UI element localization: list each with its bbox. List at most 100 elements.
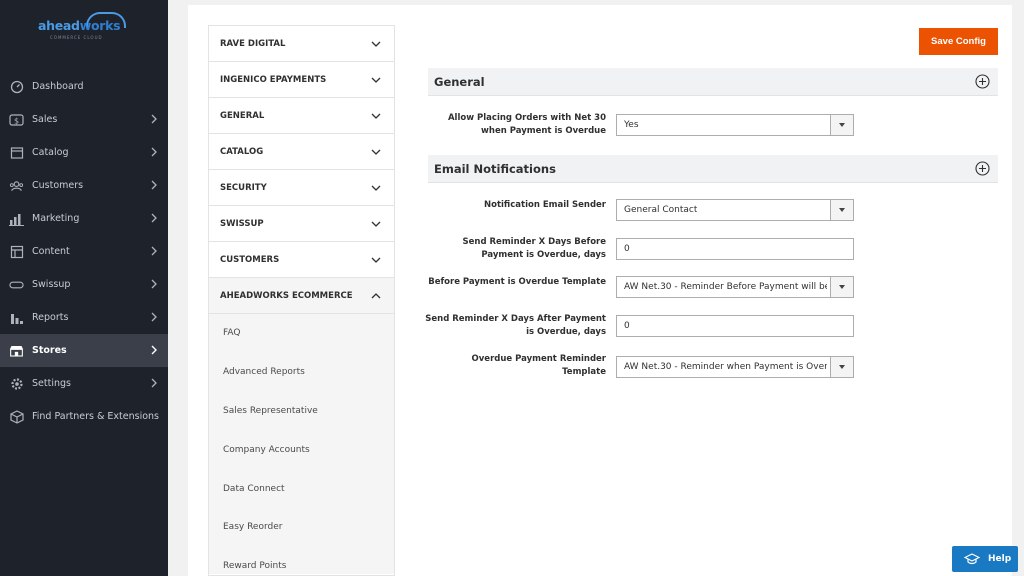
sidebar-item-catalog[interactable]: Catalog <box>0 136 168 169</box>
marketing-icon <box>9 211 24 226</box>
sidebar-item-sales[interactable]: $ Sales <box>0 103 168 136</box>
admin-sidebar: aheadworks COMMERCE CLOUD Dashboard $ Sa… <box>0 0 168 576</box>
sender-label: Notification Email Sender <box>484 199 606 212</box>
sidebar-item-customers[interactable]: Customers <box>0 169 168 202</box>
chevron-up-icon <box>371 293 381 299</box>
tab-general[interactable]: GENERAL <box>209 98 394 134</box>
customers-icon <box>9 178 24 193</box>
chevron-right-icon <box>151 114 157 124</box>
content-icon <box>9 244 24 259</box>
subtab-faq[interactable]: FAQ <box>209 314 394 353</box>
sidebar-item-stores[interactable]: Stores <box>0 334 168 367</box>
dropdown-arrow-icon <box>830 277 853 297</box>
sidebar-item-marketing[interactable]: Marketing <box>0 202 168 235</box>
sidebar-item-label: Settings <box>32 378 71 389</box>
net30-select[interactable]: Yes <box>616 114 854 136</box>
help-button[interactable]: Help <box>952 546 1018 572</box>
label-line: is Overdue, days <box>526 326 606 337</box>
dollar-icon: $ <box>9 112 24 127</box>
sidebar-item-label: Find Partners & Extensions <box>32 411 159 422</box>
before-template-select[interactable]: AW Net.30 - Reminder Before Payment will… <box>616 276 854 298</box>
after-days-label: Send Reminder X Days After Payment is Ov… <box>425 313 606 338</box>
subtab-company-accounts[interactable]: Company Accounts <box>209 430 394 469</box>
sidebar-item-label: Content <box>32 246 70 257</box>
label-line: Allow Placing Orders with Net 30 <box>447 113 606 123</box>
input-value: 0 <box>624 244 630 254</box>
sidebar-item-label: Stores <box>32 345 67 356</box>
select-value: General Contact <box>624 205 698 215</box>
chevron-down-icon <box>371 149 381 155</box>
chevron-right-icon <box>151 147 157 157</box>
chevron-down-icon <box>371 221 381 227</box>
config-tabs: RAVE DIGITAL INGENICO EPAYMENTS GENERAL … <box>208 25 395 576</box>
overdue-template-select[interactable]: AW Net.30 - Reminder when Payment is Ove… <box>616 356 854 378</box>
sidebar-item-label: Reports <box>32 312 69 323</box>
chevron-down-icon <box>371 77 381 83</box>
label-line: Send Reminder X Days After Payment <box>425 314 606 324</box>
stores-icon <box>9 343 24 358</box>
tab-label: AHEADWORKS ECOMMERCE <box>220 290 353 301</box>
before-days-label: Send Reminder X Days Before Payment is O… <box>463 236 606 261</box>
tab-label: CATALOG <box>220 146 264 157</box>
catalog-icon <box>9 145 24 160</box>
aheadworks-subtabs: FAQ Advanced Reports Sales Representativ… <box>209 314 394 574</box>
before-template-label: Before Payment is Overdue Template <box>428 276 606 289</box>
net30-label: Allow Placing Orders with Net 30 when Pa… <box>448 112 606 137</box>
save-config-button[interactable]: Save Config <box>919 28 998 55</box>
subtab-advanced-reports[interactable]: Advanced Reports <box>209 353 394 392</box>
after-days-input[interactable]: 0 <box>616 315 854 337</box>
sidebar-item-find-partners[interactable]: Find Partners & Extensions <box>0 400 168 433</box>
tab-security[interactable]: SECURITY <box>209 170 394 206</box>
sidebar-item-reports[interactable]: Reports <box>0 301 168 334</box>
tab-label: CUSTOMERS <box>220 254 280 265</box>
tab-label: SWISSUP <box>220 218 264 229</box>
label-line: Send Reminder X Days Before <box>462 237 606 247</box>
help-label: Help <box>988 554 1012 564</box>
tab-label: INGENICO EPAYMENTS <box>220 74 327 85</box>
label-line: Overdue Payment Reminder <box>471 354 606 364</box>
tab-catalog[interactable]: CATALOG <box>209 134 394 170</box>
section-email-header[interactable]: Email Notifications <box>428 155 998 183</box>
before-days-input[interactable]: 0 <box>616 238 854 260</box>
sidebar-item-content[interactable]: Content <box>0 235 168 268</box>
expand-plus-icon <box>975 74 990 89</box>
section-title: General <box>434 74 485 89</box>
subtab-reward-points[interactable]: Reward Points <box>209 547 394 575</box>
subtab-easy-reorder[interactable]: Easy Reorder <box>209 508 394 547</box>
tab-customers[interactable]: CUSTOMERS <box>209 242 394 278</box>
label-line: when Payment is Overdue <box>481 125 606 136</box>
chevron-right-icon <box>151 246 157 256</box>
sidebar-item-label: Customers <box>32 180 84 191</box>
section-general-header[interactable]: General <box>428 68 998 96</box>
dropdown-arrow-icon <box>830 200 853 220</box>
label-line: Payment is Overdue, days <box>481 249 606 260</box>
subtab-data-connect[interactable]: Data Connect <box>209 469 394 508</box>
subtab-sales-representative[interactable]: Sales Representative <box>209 392 394 431</box>
sidebar-item-settings[interactable]: Settings <box>0 367 168 400</box>
aheadworks-logo[interactable]: aheadworks COMMERCE CLOUD <box>38 10 130 40</box>
chevron-down-icon <box>371 257 381 263</box>
gear-icon <box>9 376 24 391</box>
tab-label: SECURITY <box>220 182 267 193</box>
tab-aheadworks-ecommerce[interactable]: AHEADWORKS ECOMMERCE <box>209 278 394 314</box>
sidebar-item-dashboard[interactable]: Dashboard <box>0 70 168 103</box>
tab-ingenico-epayments[interactable]: INGENICO EPAYMENTS <box>209 62 394 98</box>
svg-text:$: $ <box>14 116 19 125</box>
select-value: AW Net.30 - Reminder when Payment is Ove… <box>624 362 827 372</box>
sidebar-item-label: Marketing <box>32 213 80 224</box>
sidebar-item-swissup[interactable]: Swissup <box>0 268 168 301</box>
chevron-right-icon <box>151 345 157 355</box>
sidebar-item-label: Sales <box>32 114 58 125</box>
chevron-right-icon <box>151 279 157 289</box>
sidebar-menu: Dashboard $ Sales Catalog Customers Mark… <box>0 70 168 433</box>
label-line: Notification Email Sender <box>484 200 606 210</box>
sidebar-item-label: Dashboard <box>32 81 84 92</box>
graduation-cap-icon <box>964 553 980 565</box>
label-line: Before Payment is Overdue Template <box>428 277 606 287</box>
logo-wordmark: aheadworks <box>38 18 121 33</box>
partners-icon <box>9 409 24 424</box>
tab-swissup[interactable]: SWISSUP <box>209 206 394 242</box>
tab-rave-digital[interactable]: RAVE DIGITAL <box>209 26 394 62</box>
sender-select[interactable]: General Contact <box>616 199 854 221</box>
chevron-right-icon <box>151 312 157 322</box>
